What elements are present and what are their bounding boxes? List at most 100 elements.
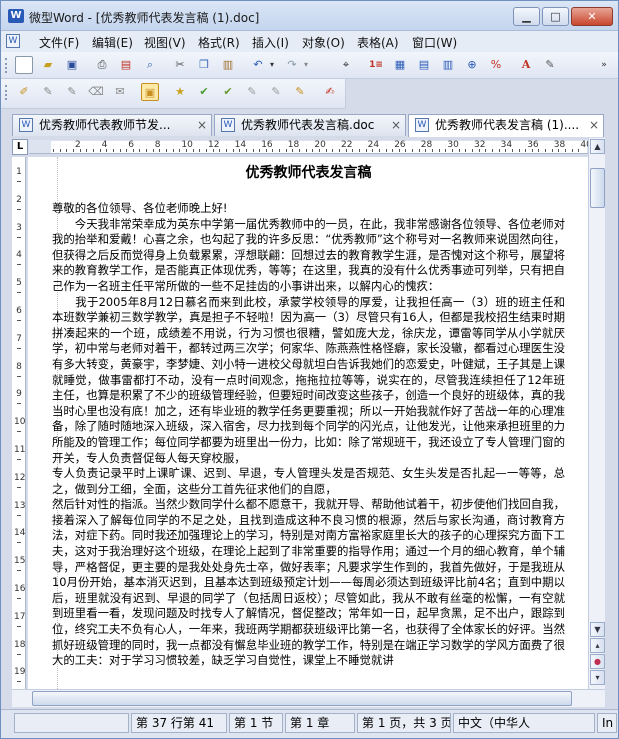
- print-icon[interactable]: ⎙: [93, 56, 111, 74]
- ruler-tick: [225, 149, 227, 152]
- highlight-icon[interactable]: ✐: [15, 83, 33, 101]
- line-number-icon[interactable]: 1≡: [367, 56, 385, 74]
- ruler-number: 16: [261, 140, 273, 150]
- edit-icon[interactable]: ✎: [39, 83, 57, 101]
- menu-format[interactable]: 格式(R): [198, 34, 240, 51]
- ruler-tick: [139, 149, 141, 152]
- tab-stop-selector[interactable]: L: [12, 139, 28, 155]
- review-pane-icon[interactable]: ✎: [291, 83, 309, 101]
- document-body[interactable]: 优秀教师代表发言稿 尊敬的各位领导、各位老师晚上好! 今天我非常荣幸成为英东中学…: [52, 163, 565, 669]
- vruler-tick: [17, 320, 21, 321]
- outline-view-icon[interactable]: ▤: [415, 56, 433, 74]
- percent-icon[interactable]: %: [487, 56, 505, 74]
- scroll-thumb[interactable]: [590, 168, 605, 208]
- comment-icon[interactable]: ✉: [111, 83, 129, 101]
- ruler-tick: [119, 149, 121, 152]
- title-bar[interactable]: W 微型Word - [优秀教师代表发言稿 (1).doc] ▁ □ ✕: [1, 1, 618, 31]
- track-changes-icon[interactable]: ▣: [141, 83, 159, 101]
- menu-file[interactable]: 文件(F): [39, 34, 79, 51]
- page-view-icon[interactable]: ▦: [391, 56, 409, 74]
- minimize-button[interactable]: ▁: [513, 7, 540, 26]
- horizontal-scrollbar[interactable]: [12, 689, 605, 707]
- save-disk-icon[interactable]: ▣: [63, 56, 81, 74]
- toolbar-overflow-icon[interactable]: »: [595, 56, 613, 74]
- word-app-icon[interactable]: W: [8, 9, 24, 23]
- vruler-tick: [17, 570, 21, 572]
- open-folder-icon[interactable]: ▰: [39, 56, 57, 74]
- ruler-tick: [471, 149, 473, 152]
- maximize-button[interactable]: □: [542, 7, 569, 26]
- document-icon[interactable]: W: [6, 34, 20, 48]
- vruler-tick: [17, 625, 21, 627]
- ruler-tick: [332, 149, 334, 152]
- status-insert-mode: In: [597, 713, 617, 733]
- vertical-scrollbar[interactable]: ▲ ▼ ▴ ● ▾: [588, 138, 605, 689]
- scroll-down-icon[interactable]: ▼: [590, 622, 605, 637]
- zoom-icon[interactable]: ⊕: [463, 56, 481, 74]
- status-position: 第 37 行第 41: [131, 713, 227, 733]
- horizontal-ruler[interactable]: 2 4 6 8 10 12 14 16 18 20 22 24 26 28 30 32 34 36 38 40: [29, 140, 592, 154]
- new-document-icon[interactable]: [15, 56, 33, 74]
- menu-view[interactable]: 视图(V): [144, 34, 186, 51]
- document-area[interactable]: 优秀教师代表发言稿 尊敬的各位领导、各位老师晚上好! 今天我非常荣幸成为英东中学…: [28, 157, 588, 689]
- vruler-number: 1: [16, 167, 22, 177]
- pdf-export-icon[interactable]: ▤: [117, 56, 135, 74]
- web-view-icon[interactable]: ▥: [439, 56, 457, 74]
- print-preview-icon[interactable]: ⌕: [141, 56, 159, 74]
- accept-change-icon[interactable]: ★: [171, 83, 189, 101]
- redo-dropdown-icon[interactable]: ▾: [297, 56, 315, 74]
- toolbar-grip-2[interactable]: [5, 85, 8, 100]
- tab-close-icon[interactable]: ×: [391, 115, 401, 135]
- format-painter-icon[interactable]: ✎: [541, 56, 559, 74]
- tab-label: 优秀教师代表发言稿.doc: [241, 118, 375, 132]
- vruler-number: 15: [14, 556, 26, 567]
- ruler-tick: [259, 149, 261, 152]
- ruler-number: 26: [394, 140, 406, 150]
- ruler-number: 14: [234, 140, 247, 150]
- cut-icon[interactable]: ✂: [171, 56, 189, 74]
- tab-document-1[interactable]: W 优秀教师代表教师节发... ×: [12, 114, 212, 136]
- toolbar-grip[interactable]: [5, 58, 8, 73]
- reject-all-icon[interactable]: ✎: [267, 83, 285, 101]
- vruler-number: 16: [14, 584, 26, 594]
- next-page-icon[interactable]: ▾: [590, 670, 605, 685]
- menu-insert[interactable]: 插入(I): [252, 34, 289, 51]
- close-button[interactable]: ✕: [571, 7, 613, 26]
- horizontal-scroll-thumb[interactable]: [32, 691, 572, 706]
- menu-table[interactable]: 表格(A): [357, 34, 399, 51]
- ruler-tick: [53, 149, 54, 152]
- ruler-tick: [146, 149, 148, 152]
- menu-object[interactable]: 对象(O): [302, 34, 345, 51]
- vruler-number: 5: [16, 278, 22, 289]
- doc-icon: W: [415, 118, 429, 132]
- vertical-ruler[interactable]: 1 2 3 4 5 6 7 8 9 10 11 12 13 14 15 16 17 18 19: [12, 157, 26, 689]
- status-bar: 第 37 行第 41 第 1 节 第 1 章 第 1 页，共 3 页 中文（中华…: [1, 709, 618, 738]
- ruler-tick: [551, 149, 553, 152]
- previous-page-icon[interactable]: ▴: [590, 638, 605, 653]
- vruler-number: 19: [14, 667, 26, 678]
- menu-edit[interactable]: 编辑(E): [92, 34, 133, 51]
- ruler-tick: [99, 149, 101, 152]
- ruler-number: 2: [75, 140, 81, 150]
- font-color-icon[interactable]: A: [517, 56, 535, 74]
- edit-doc-icon[interactable]: ✎: [63, 83, 81, 101]
- menu-window[interactable]: 窗口(W): [412, 34, 457, 51]
- next-change-icon[interactable]: ✔: [219, 83, 237, 101]
- erase-icon[interactable]: ⌫: [87, 83, 105, 101]
- tab-close-icon[interactable]: ×: [197, 115, 207, 135]
- paragraph: 我于2005年8月12日慕名而来到此校，承蒙学校领导的厚爱，让我担任高一（3）班…: [52, 294, 565, 465]
- accept-all-icon[interactable]: ✔: [195, 83, 213, 101]
- document-tabs: W 优秀教师代表教师节发... × W 优秀教师代表发言稿.doc × W 优秀…: [1, 112, 618, 137]
- paste-icon[interactable]: ▥: [219, 56, 237, 74]
- tab-close-icon[interactable]: ×: [589, 115, 599, 135]
- scroll-up-icon[interactable]: ▲: [590, 139, 605, 154]
- reject-change-icon[interactable]: ✎: [243, 83, 261, 101]
- standard-toolbar: ▰ ▣ ⎙ ▤ ⌕ ✂ ❐ ▥ ↶ ▾ ↷ ▾ ⌖ 1≡ ▦ ▤ ▥ ⊕ % A…: [1, 52, 618, 79]
- tab-document-3[interactable]: W 优秀教师代表发言稿 (1).... ×: [408, 114, 604, 137]
- find-binoculars-icon[interactable]: ⌖: [337, 56, 355, 74]
- copy-icon[interactable]: ❐: [195, 56, 213, 74]
- protect-document-icon[interactable]: ✍: [321, 83, 339, 101]
- tab-document-2[interactable]: W 优秀教师代表发言稿.doc ×: [214, 114, 406, 136]
- browse-object-icon[interactable]: ●: [590, 654, 605, 669]
- undo-dropdown-icon[interactable]: ▾: [263, 56, 281, 74]
